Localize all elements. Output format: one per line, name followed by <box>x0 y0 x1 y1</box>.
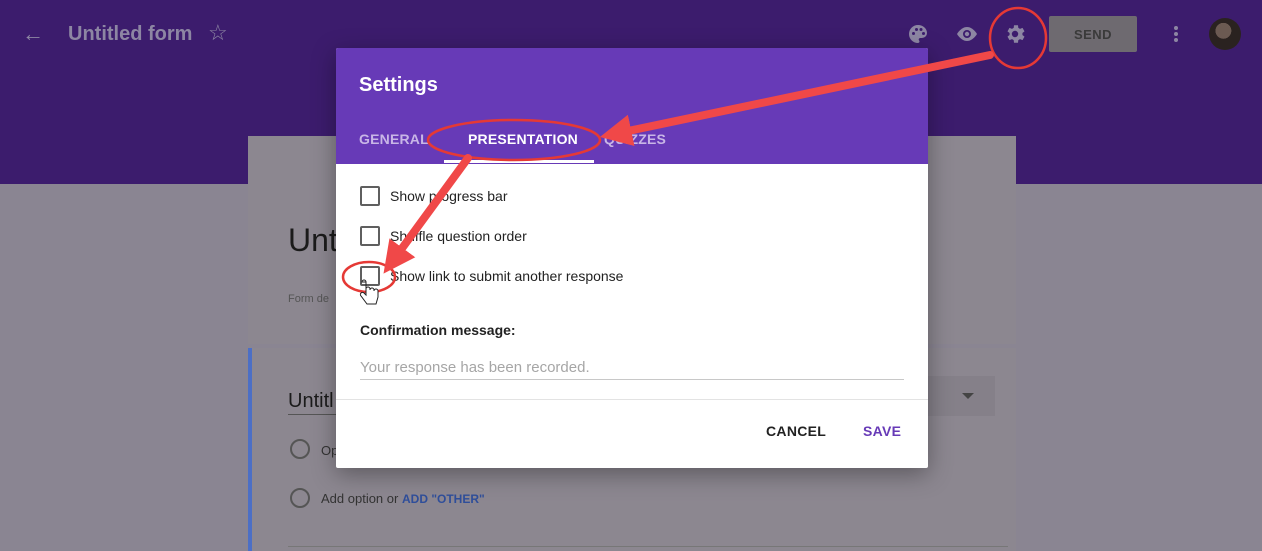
shuffle-option[interactable]: Shuffle question order <box>360 226 527 246</box>
tab-quizzes[interactable]: QUIZZES <box>604 131 666 147</box>
progress-bar-checkbox[interactable] <box>360 186 380 206</box>
palette-icon[interactable] <box>906 22 930 46</box>
more-vert-icon[interactable] <box>1170 22 1182 46</box>
question-type-select[interactable] <box>925 376 995 416</box>
divider <box>288 546 1008 547</box>
or-text: or <box>386 491 399 506</box>
progress-bar-label: Show progress bar <box>390 188 508 204</box>
confirmation-message-input[interactable] <box>360 356 904 380</box>
star-icon[interactable]: ☆ <box>208 20 228 46</box>
save-button[interactable]: SAVE <box>863 423 901 439</box>
form-description[interactable]: Form de <box>288 293 329 305</box>
active-tab-indicator <box>444 160 594 163</box>
submit-another-checkbox[interactable] <box>360 266 380 286</box>
send-button[interactable]: SEND <box>1049 16 1137 52</box>
add-other-link[interactable]: ADD "OTHER" <box>402 492 485 506</box>
preview-eye-icon[interactable] <box>954 24 980 44</box>
dialog-header: Settings GENERAL PRESENTATION QUIZZES <box>336 48 928 164</box>
cancel-button[interactable]: CANCEL <box>766 423 826 439</box>
back-arrow-icon[interactable]: ← <box>22 22 46 46</box>
add-option-link[interactable]: Add option <box>321 491 383 506</box>
tab-presentation[interactable]: PRESENTATION <box>468 131 578 147</box>
settings-dialog: Settings GENERAL PRESENTATION QUIZZES Sh… <box>336 48 928 468</box>
shuffle-label: Shuffle question order <box>390 228 527 244</box>
dropdown-caret-icon <box>962 393 974 399</box>
question-title[interactable]: Untitl <box>288 390 334 413</box>
progress-bar-option[interactable]: Show progress bar <box>360 186 508 206</box>
settings-gear-icon[interactable] <box>1003 22 1027 46</box>
submit-another-option[interactable]: Show link to submit another response <box>360 266 623 286</box>
submit-another-label: Show link to submit another response <box>390 268 624 284</box>
add-option-row: Add option or ADD "OTHER" <box>321 491 485 506</box>
dialog-title: Settings <box>359 74 438 96</box>
radio-add-option-icon <box>290 488 310 508</box>
radio-option-1-icon <box>290 439 310 459</box>
form-title[interactable]: Untitled form <box>68 23 192 46</box>
dialog-divider <box>336 399 928 400</box>
confirmation-label: Confirmation message: <box>360 322 516 338</box>
tab-general[interactable]: GENERAL <box>359 131 429 147</box>
shuffle-checkbox[interactable] <box>360 226 380 246</box>
user-avatar[interactable] <box>1209 18 1241 50</box>
